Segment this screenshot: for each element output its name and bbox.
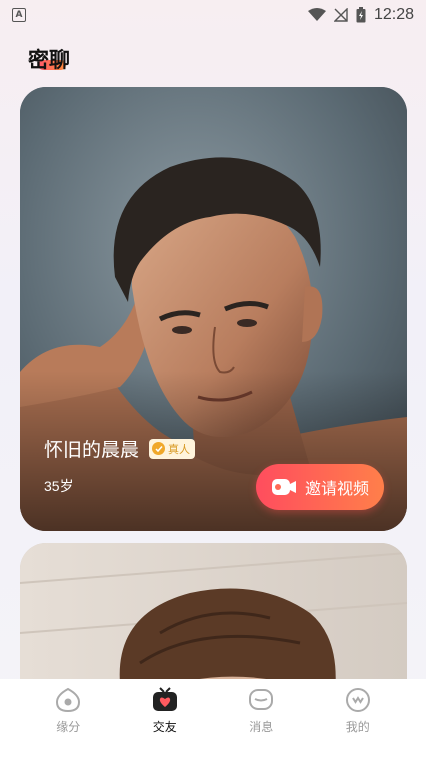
wifi-icon [307,8,326,21]
tab-label: 我的 [345,720,370,734]
verified-badge: 真人 [149,438,196,459]
tab-label: 交友 [152,720,177,734]
invite-video-button[interactable]: 邀请视频 [256,464,384,510]
chat-bubble-icon [249,689,274,710]
tv-heart-icon [152,687,177,711]
card-info: 怀旧的晨晨 真人 35岁 [44,435,196,496]
tab-wode[interactable]: 我的 [323,687,393,735]
tab-yuanfen[interactable]: 缘分 [33,687,103,735]
verified-label: 真人 [168,442,191,456]
bottom-tab-bar: 缘分 交友 消息 我的 [0,679,426,757]
eye-heart-icon [56,687,81,713]
no-signal-icon [333,8,348,22]
check-icon [152,442,166,455]
tab-jiaoyou[interactable]: 交友 [130,687,200,735]
clock: 12:28 [373,6,414,23]
page-header: 密聊 [28,44,70,74]
tab-label: 消息 [249,720,274,734]
smile-face-icon [345,688,370,712]
video-camera-icon [271,479,296,495]
page-title: 密聊 [28,48,70,72]
notification-a-icon: A [12,8,26,22]
tab-xiaoxi[interactable]: 消息 [226,687,296,735]
tab-label: 缘分 [56,720,81,734]
status-bar: A 12:28 [0,0,426,30]
user-age: 35岁 [44,478,74,494]
profile-card[interactable]: 怀旧的晨晨 真人 35岁 邀请视频 [20,87,407,531]
battery-charging-icon [356,7,366,23]
invite-video-label: 邀请视频 [304,479,369,498]
user-name: 怀旧的晨晨 [44,439,140,461]
